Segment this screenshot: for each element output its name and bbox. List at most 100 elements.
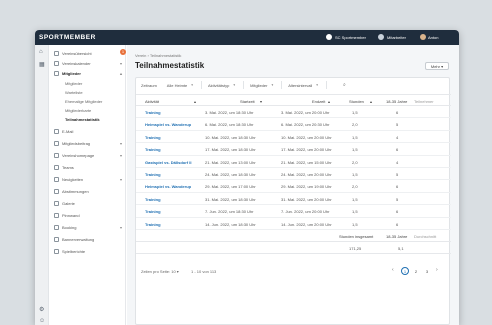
table-row[interactable]: Training 10. Mai. 2022, um 18:30 Uhr 10.… [136, 131, 451, 144]
mail-icon [54, 128, 59, 134]
sidebar-item-banners[interactable]: Bannerverwaltung [54, 234, 124, 244]
chevron-left-icon[interactable]: ‹ [392, 267, 394, 273]
sidebar-item-homepage[interactable]: Vereinshomepage ▾ [54, 150, 124, 160]
page-button-3[interactable]: 3 [423, 267, 431, 275]
more-button[interactable]: Mehr ▾ [425, 62, 449, 70]
user-avatar [420, 34, 426, 40]
sort-icon[interactable]: ▴ [194, 99, 196, 104]
notification-badge[interactable]: 1 [120, 49, 126, 55]
table-row[interactable]: Gastspiel vs. Dällsdorf II 21. Mai. 2022… [136, 156, 451, 168]
chevron-right-icon[interactable]: › [436, 267, 438, 273]
sidebar-item-gallery[interactable]: Galerie [54, 198, 124, 208]
sidebar-subitem-member-map[interactable]: Mitgliederkarte [65, 106, 91, 114]
pin-icon [54, 212, 59, 218]
summary-values-row: 171,25 5,1 [136, 242, 451, 254]
pagination-range: 1 - 10 von 113 [191, 269, 217, 274]
sidebar-item-overview[interactable]: Vereinsübersicht [54, 48, 124, 58]
chevron-down-icon: ▾ [233, 83, 236, 87]
period-filter[interactable]: Zeitraum Alle Heimte ▾ [141, 81, 202, 89]
sidebar-item-pinboard[interactable]: Pinnwand [54, 210, 124, 220]
booking-icon [54, 224, 59, 230]
staff-icon [378, 34, 384, 40]
sidebar-subitem-former-members[interactable]: Ehemalige Mitglieder [65, 97, 102, 105]
banner-icon [54, 236, 59, 242]
statistics-card: Zeitraum Alle Heimte ▾ Aktivitätstyp ▾ Mitg… [135, 77, 451, 325]
user-menu[interactable]: Anton [428, 35, 438, 40]
report-icon [54, 248, 59, 254]
table-row[interactable]: Heimspiel vs. Wanderup 29. Mai. 2022, um… [136, 180, 451, 193]
page-title: Teilnahmestatistik [135, 61, 205, 70]
chevron-up-icon: ▴ [119, 70, 122, 76]
column-participants: Teilnehmer [414, 99, 434, 104]
members-icon [54, 70, 59, 76]
column-age-group: 18-35 Jahre [386, 99, 408, 104]
table-row[interactable]: Training 14. Jun. 2022, um 18:30 Uhr 14.… [136, 218, 451, 230]
column-activity[interactable]: Aktivität [145, 99, 159, 104]
rows-per-page-select[interactable]: Zeilen pro Seite: 10 ▾ [141, 269, 179, 274]
sidebar-item-news[interactable]: Neuigkeiten ▾ [54, 174, 124, 184]
summary-header-row: Stunden insgesamt 18-35 Jahre Durchschni… [136, 230, 451, 242]
table-row[interactable]: Training 24. Mai. 2022, um 18:30 Uhr 24.… [136, 168, 451, 181]
column-start[interactable]: Startzeit [240, 99, 255, 104]
sidebar-item-match-reports[interactable]: Spielberichte [54, 246, 124, 256]
sidebar-item-calendar[interactable]: Vereinskalender ▾ [54, 58, 124, 68]
sidebar-subitem-members[interactable]: Mitglieder [65, 79, 82, 87]
table-header: Aktivität ▴ Startzeit ▾ Endzeit ▴ Stunde… [136, 94, 451, 106]
chevron-down-icon: ▾ [119, 176, 122, 182]
table-row[interactable]: Training 3. Mai. 2022, um 18:30 Uhr 3. M… [136, 106, 451, 119]
poll-icon [54, 188, 59, 194]
sort-icon[interactable]: ▴ [370, 99, 372, 104]
chevron-down-icon: ▾ [119, 140, 122, 146]
main-content: Verein › Teilnahmestatistik Teilnahmesta… [127, 45, 459, 325]
table-row[interactable]: Training 17. Mai. 2022, um 18:30 Uhr 17.… [136, 143, 451, 156]
chevron-down-icon: ▾ [119, 152, 122, 158]
chevron-down-icon: ▾ [119, 60, 122, 66]
column-end[interactable]: Endzeit [312, 99, 325, 104]
activity-type-filter[interactable]: Aktivitätstyp ▾ [208, 81, 245, 89]
sidebar-subitem-waitlist[interactable]: Warteliste [65, 88, 83, 96]
house-icon[interactable]: ⌂ [39, 49, 45, 55]
sidebar-item-membership-fee[interactable]: Mitgliedsbeitrag ▾ [54, 138, 124, 148]
page-button-2[interactable]: 2 [412, 267, 420, 275]
calendar-icon[interactable]: ▦ [39, 62, 45, 68]
app-window: SPORTMEMBER SC Sportmember Mitarbeiter A… [35, 30, 459, 325]
sportmember-logo[interactable]: SPORTMEMBER [39, 34, 96, 41]
club-avatar-icon [326, 34, 332, 40]
table-row[interactable]: Heimspiel vs. Wanderup 6. Mai. 2022, um … [136, 118, 451, 131]
sort-icon[interactable]: ▴ [328, 99, 330, 104]
icon-rail: ⌂ ▦ ⚙ ☺ [35, 45, 49, 325]
calendar-icon [54, 60, 59, 66]
chevron-down-icon: ▾ [271, 83, 274, 87]
chevron-down-icon: ▾ [191, 83, 193, 87]
sort-icon[interactable]: ▾ [260, 99, 262, 104]
sidebar-subitem-attendance-stats[interactable]: Teilnahmestatistik [65, 115, 100, 123]
sidebar-item-email[interactable]: E-Mail [54, 126, 124, 136]
sidebar-item-polls[interactable]: Abstimmungen [54, 186, 124, 196]
sidebar-item-members[interactable]: Mitglieder ▴ [54, 68, 124, 78]
staff-menu[interactable]: Mitarbeiter [387, 35, 406, 40]
user-icon[interactable]: ☺ [39, 318, 45, 324]
chevron-down-icon: ▾ [119, 224, 122, 230]
sidebar: Vereinsübersicht Vereinskalender ▾ Mitgli… [49, 45, 126, 325]
sidebar-item-booking[interactable]: Booking ▾ [54, 222, 124, 232]
table-row[interactable]: Training 7. Jun. 2022, um 18:30 Uhr 7. J… [136, 205, 451, 218]
breadcrumb[interactable]: Verein › Teilnahmestatistik [135, 53, 181, 58]
image-icon [54, 200, 59, 206]
column-hours[interactable]: Stunden [349, 99, 364, 104]
pagination-bar: Zeilen pro Seite: 10 ▾ 1 - 10 von 113 ‹ … [136, 264, 451, 278]
chevron-down-icon: ▾ [316, 83, 318, 87]
gear-icon[interactable]: ⚙ [39, 307, 45, 313]
money-icon [54, 140, 59, 146]
team-icon [54, 164, 59, 170]
news-icon [54, 176, 59, 182]
sidebar-item-teams[interactable]: Teams [54, 162, 124, 172]
age-interval-filter[interactable]: Altersintervall ▾ [288, 81, 327, 89]
table-row[interactable]: Training 31. Mai. 2022, um 18:30 Uhr 31.… [136, 193, 451, 206]
search-icon[interactable]: ⌕ [333, 81, 346, 89]
members-filter[interactable]: Mitglieder ▾ [250, 81, 283, 89]
club-switcher[interactable]: SC Sportmember [335, 35, 366, 40]
overview-icon [54, 50, 59, 56]
globe-icon [54, 152, 59, 158]
page-button-1[interactable]: 1 [401, 267, 409, 275]
filter-bar: Zeitraum Alle Heimte ▾ Aktivitätstyp ▾ Mitg… [136, 80, 451, 90]
